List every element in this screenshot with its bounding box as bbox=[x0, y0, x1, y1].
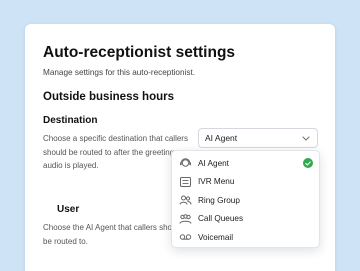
dropdown-option-label: Voicemail bbox=[198, 232, 234, 242]
chevron-down-icon bbox=[301, 133, 311, 143]
page-subtitle: Manage settings for this auto-receptioni… bbox=[43, 68, 196, 77]
check-icon bbox=[303, 158, 313, 169]
user-label: User bbox=[57, 204, 80, 215]
destination-select[interactable]: AI Agent bbox=[198, 128, 318, 148]
ai-agent-icon bbox=[178, 157, 192, 169]
dropdown-option-call-queues[interactable]: Call Queues bbox=[172, 210, 319, 229]
destination-label: Destination bbox=[43, 115, 98, 126]
dropdown-option-label: Call Queues bbox=[198, 214, 244, 224]
ring-group-icon bbox=[178, 194, 192, 206]
dropdown-option-label: IVR Menu bbox=[198, 177, 235, 187]
section-heading: Outside business hours bbox=[43, 91, 174, 103]
destination-dropdown-menu: AI Agent IVR Menu Ring Group Call Queues… bbox=[171, 150, 320, 248]
destination-select-value: AI Agent bbox=[205, 133, 238, 143]
dropdown-option-ring-group[interactable]: Ring Group bbox=[172, 191, 319, 210]
dropdown-option-label: Ring Group bbox=[198, 195, 240, 205]
ivr-menu-icon bbox=[178, 176, 192, 188]
call-queues-icon bbox=[178, 213, 192, 225]
dropdown-option-ivr-menu[interactable]: IVR Menu bbox=[172, 173, 319, 192]
dropdown-option-label: AI Agent bbox=[198, 158, 229, 168]
voicemail-icon bbox=[178, 231, 192, 243]
dropdown-option-ai-agent[interactable]: AI Agent bbox=[172, 154, 319, 173]
page-title: Auto-receptionist settings bbox=[43, 44, 236, 61]
dropdown-option-voicemail[interactable]: Voicemail bbox=[172, 228, 319, 247]
